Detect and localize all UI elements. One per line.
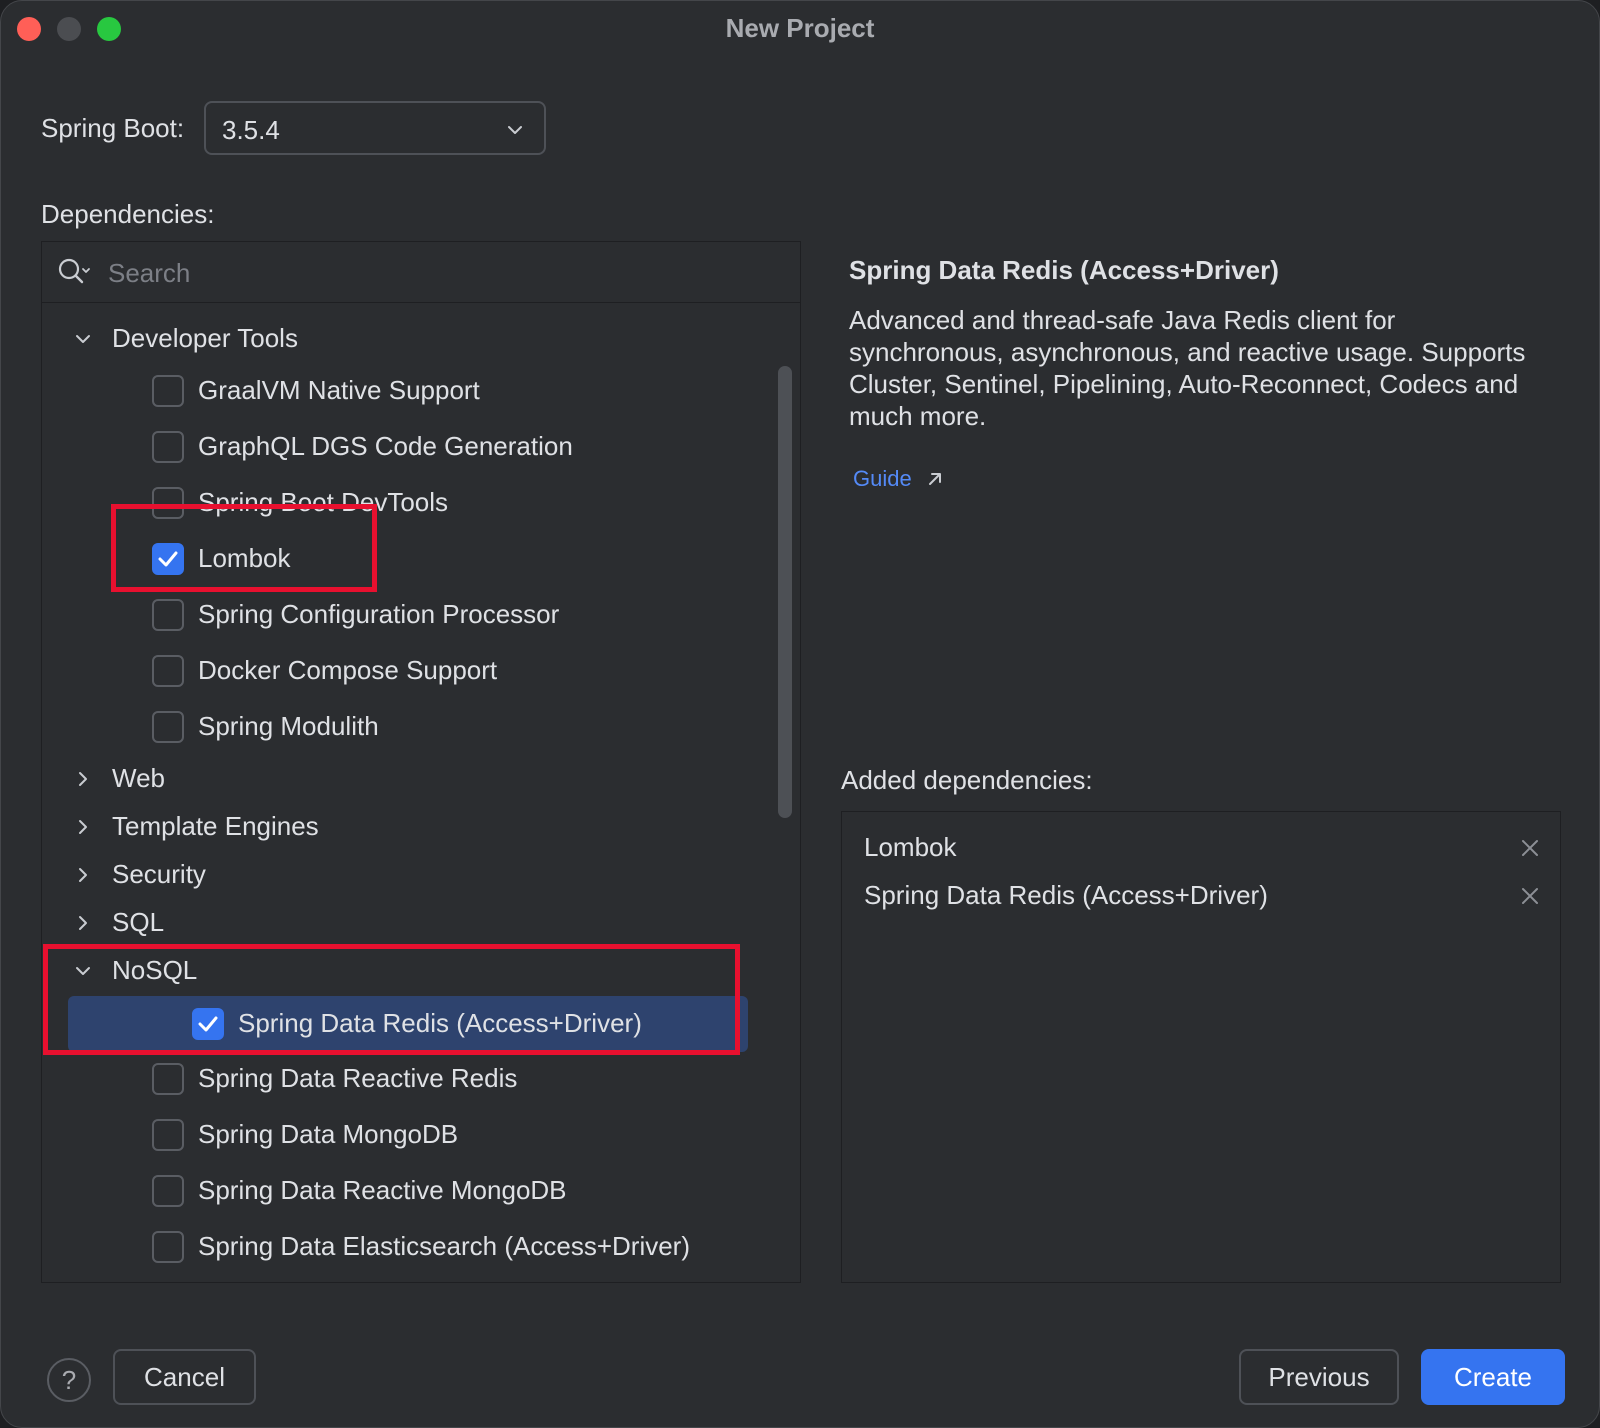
tree-item-spring-data-reactive-mongodb[interactable]: Spring Data Reactive MongoDB [42,1166,800,1216]
tree-item-label: Spring Configuration Processor [198,599,560,629]
dependency-detail-title: Spring Data Redis (Access+Driver) [849,255,1279,285]
checkbox-checked[interactable] [152,543,184,575]
added-item-spring-data-redis: Spring Data Redis (Access+Driver) [842,872,1560,920]
checkbox[interactable] [152,1063,184,1095]
added-item-lombok: Lombok [842,824,1560,872]
help-button[interactable]: ? [47,1358,91,1402]
spring-boot-version-value: 3.5.4 [222,115,280,145]
tree-item-graphql-dgs-code-generation[interactable]: GraphQL DGS Code Generation [42,422,800,472]
added-dependencies-list: Lombok Spring Data Redis (Access+Driver) [841,811,1561,1283]
checkbox[interactable] [152,1119,184,1151]
tree-item-spring-data-mongodb[interactable]: Spring Data MongoDB [42,1110,800,1160]
checkbox[interactable] [152,599,184,631]
tree-item-spring-modulith[interactable]: Spring Modulith [42,702,800,752]
external-link-icon [928,473,941,485]
tree-item-label: Docker Compose Support [198,655,498,685]
chevron-down-icon [508,126,522,134]
chevron-down-icon[interactable] [72,960,94,982]
check-icon [158,551,178,567]
check-icon [198,1016,218,1032]
added-item-label: Spring Data Redis (Access+Driver) [864,880,1268,910]
tree-item-label: Spring Boot DevTools [198,487,449,517]
create-button[interactable]: Create [1421,1349,1565,1405]
tree-item-label: Spring Data Redis (Access+Driver) [238,1008,642,1038]
chevron-right-icon[interactable] [72,912,94,934]
tree-item-label: Lombok [198,543,291,573]
dependency-search-bar [42,242,800,303]
tree-item-spring-data-reactive-redis[interactable]: Spring Data Reactive Redis [42,1054,800,1104]
tree-item-spring-data-redis[interactable]: Spring Data Redis (Access+Driver) [68,996,748,1052]
checkbox[interactable] [152,1175,184,1207]
tree-group-developer-tools[interactable]: Developer Tools [42,314,800,364]
checkbox[interactable] [152,1231,184,1263]
checkbox[interactable] [152,375,184,407]
tree-item-graalvm-native-support[interactable]: GraalVM Native Support [42,366,800,416]
tree-group-label: Security [112,859,206,889]
tree-item-label: Spring Modulith [198,711,379,741]
tree-item-label: Spring Data Elasticsearch (Access+Driver… [198,1231,690,1261]
search-icon[interactable] [56,256,92,288]
chevron-down-icon[interactable] [72,328,94,350]
added-dependencies-label: Added dependencies: [841,765,1093,795]
dependencies-tree-panel: Developer Tools GraalVM Native Support G… [41,241,801,1283]
dependency-tree: Developer Tools GraalVM Native Support G… [42,302,800,1282]
tree-group-label: Template Engines [112,811,319,841]
tree-group-label: Developer Tools [112,323,298,353]
new-project-window: New Project Spring Boot: 3.5.4 Dependenc… [0,0,1600,1428]
window-title: New Project [725,13,875,43]
checkbox-checked[interactable] [192,1008,224,1040]
title-bar: New Project [1,1,1599,57]
chevron-right-icon[interactable] [72,768,94,790]
tree-item-label: GraphQL DGS Code Generation [198,431,573,461]
spring-boot-label: Spring Boot: [41,113,185,143]
tree-item-label: Spring Data Reactive MongoDB [198,1175,567,1205]
chevron-right-icon[interactable] [72,816,94,838]
tree-group-sql[interactable]: SQL [42,898,800,948]
checkbox[interactable] [152,487,184,519]
cancel-button[interactable]: Cancel [113,1349,256,1405]
close-icon[interactable] [1518,884,1542,908]
checkbox[interactable] [152,431,184,463]
tree-item-label: GraalVM Native Support [198,375,480,405]
previous-button[interactable]: Previous [1239,1349,1399,1405]
tree-group-security[interactable]: Security [42,850,800,900]
tree-group-nosql[interactable]: NoSQL [42,946,800,996]
tree-item-spring-boot-devtools[interactable]: Spring Boot DevTools [42,478,800,528]
tree-item-docker-compose-support[interactable]: Docker Compose Support [42,646,800,696]
tree-group-label: Web [112,763,165,793]
guide-link-label: Guide [853,466,912,491]
chevron-right-icon[interactable] [72,864,94,886]
checkbox[interactable] [152,655,184,687]
tree-group-label: SQL [112,907,165,937]
tree-item-label: Spring Data Reactive Redis [198,1063,518,1093]
tree-item-lombok[interactable]: Lombok [42,534,800,584]
added-item-label: Lombok [864,832,957,862]
dependency-search-input[interactable] [106,252,770,294]
tree-item-label: Spring Data MongoDB [198,1119,459,1149]
dependencies-label: Dependencies: [41,199,215,229]
dependency-detail-description: Advanced and thread-safe Java Redis clie… [849,305,1526,431]
tree-item-spring-configuration-processor[interactable]: Spring Configuration Processor [42,590,800,640]
tree-item-spring-data-elasticsearch[interactable]: Spring Data Elasticsearch (Access+Driver… [42,1222,800,1272]
tree-group-web[interactable]: Web [42,754,800,804]
close-icon[interactable] [1518,836,1542,860]
guide-link[interactable]: Guide [853,466,944,492]
tree-group-label: NoSQL [112,955,198,985]
tree-group-template-engines[interactable]: Template Engines [42,802,800,852]
tree-scrollbar[interactable] [778,366,792,818]
spring-boot-version-select[interactable]: 3.5.4 [204,101,546,155]
checkbox[interactable] [152,711,184,743]
